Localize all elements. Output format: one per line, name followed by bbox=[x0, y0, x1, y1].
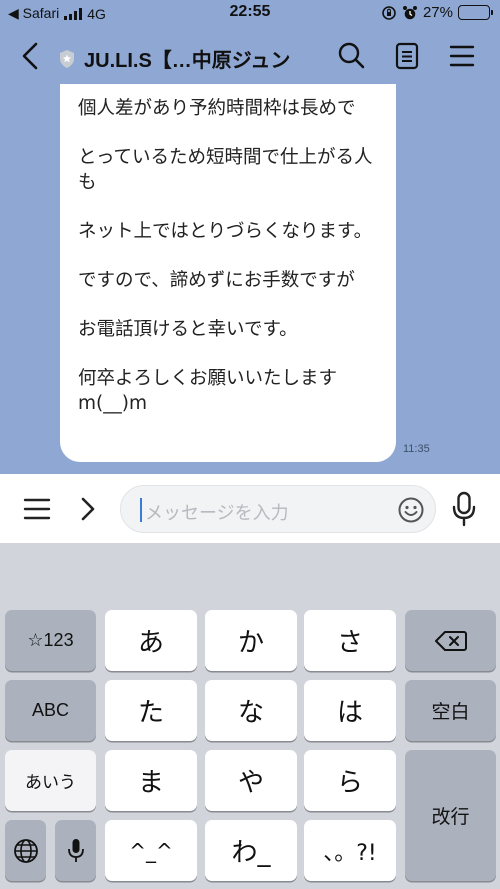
notes-icon[interactable] bbox=[391, 40, 423, 72]
chat-title[interactable]: JU.LI.S【…中原ジュン bbox=[58, 44, 290, 73]
message-bubble[interactable]: 個人差があり予約時間枠は長めで とっているため短時間で仕上がる人も ネット上では… bbox=[60, 84, 396, 462]
key-na[interactable]: な bbox=[205, 680, 297, 741]
rotation-lock-icon bbox=[382, 5, 396, 20]
menu-icon[interactable] bbox=[446, 40, 478, 72]
backspace-key[interactable] bbox=[405, 610, 496, 671]
text-caret bbox=[140, 498, 142, 522]
key-ta[interactable]: た bbox=[105, 680, 197, 741]
backspace-icon bbox=[434, 630, 467, 651]
message-timestamp: 11:35 bbox=[403, 443, 430, 455]
key-sa[interactable]: さ bbox=[304, 610, 396, 671]
key-a[interactable]: あ bbox=[105, 610, 197, 671]
chat-header: JU.LI.S【…中原ジュン bbox=[0, 28, 500, 84]
battery-percent: 27% bbox=[422, 4, 453, 21]
key-abc[interactable]: ABC bbox=[5, 680, 96, 741]
key-emoticon[interactable]: ^_^ bbox=[105, 820, 197, 881]
message-line: お電話頂けると幸いです。 bbox=[78, 319, 298, 340]
more-menu-icon[interactable] bbox=[22, 494, 52, 524]
globe-key[interactable] bbox=[5, 820, 46, 881]
emoji-icon[interactable] bbox=[397, 496, 425, 524]
microphone-icon bbox=[67, 838, 84, 862]
alarm-icon bbox=[402, 5, 417, 19]
enter-key[interactable]: 改行 bbox=[405, 750, 496, 881]
message-input[interactable]: メッセージを入力 bbox=[120, 485, 436, 533]
key-wa[interactable]: わ_ bbox=[205, 820, 297, 881]
battery-icon bbox=[458, 5, 493, 20]
expand-chevron-icon[interactable] bbox=[76, 492, 100, 526]
key-ha[interactable]: は bbox=[304, 680, 396, 741]
official-shield-icon bbox=[60, 49, 74, 68]
message-line: とっているため短時間で仕上がる人も bbox=[78, 147, 373, 193]
search-icon[interactable] bbox=[336, 40, 368, 72]
message-input-placeholder: メッセージを入力 bbox=[145, 503, 289, 524]
status-bar: ◀ Safari 4G 22:55 27% bbox=[0, 0, 500, 28]
key-numbers[interactable]: ☆123 bbox=[5, 610, 96, 671]
globe-icon bbox=[13, 838, 38, 863]
japanese-keyboard: ☆123 あ か さ ABC た な は 空白 あいう ま や ら 改行 ^_^… bbox=[0, 543, 500, 889]
key-punctuation[interactable]: 、。?! bbox=[304, 820, 396, 881]
chat-title-text: JU.LI.S【…中原ジュン bbox=[84, 50, 291, 72]
microphone-icon[interactable] bbox=[450, 491, 478, 527]
message-line: 何卒よろしくお願いいたします m(__)m bbox=[78, 368, 338, 414]
key-ka[interactable]: か bbox=[205, 610, 297, 671]
back-arrow-icon[interactable] bbox=[14, 36, 46, 76]
dictation-key[interactable] bbox=[55, 820, 96, 881]
message-line: ネット上ではとりづらくなります。 bbox=[78, 221, 373, 242]
key-kana-mode[interactable]: あいう bbox=[5, 750, 96, 811]
message-line: 個人差があり予約時間枠は長めで bbox=[78, 98, 356, 119]
chat-area: ◀ Safari 4G 22:55 27% JU.LI.S【…中原ジュン 個人差… bbox=[0, 0, 500, 474]
key-ma[interactable]: ま bbox=[105, 750, 197, 811]
space-key[interactable]: 空白 bbox=[405, 680, 496, 741]
status-right: 27% bbox=[381, 4, 493, 21]
key-ra[interactable]: ら bbox=[304, 750, 396, 811]
key-ya[interactable]: や bbox=[205, 750, 297, 811]
message-line: ですので、諦めずにお手数ですが bbox=[78, 270, 355, 291]
message-input-bar: メッセージを入力 bbox=[0, 474, 500, 543]
